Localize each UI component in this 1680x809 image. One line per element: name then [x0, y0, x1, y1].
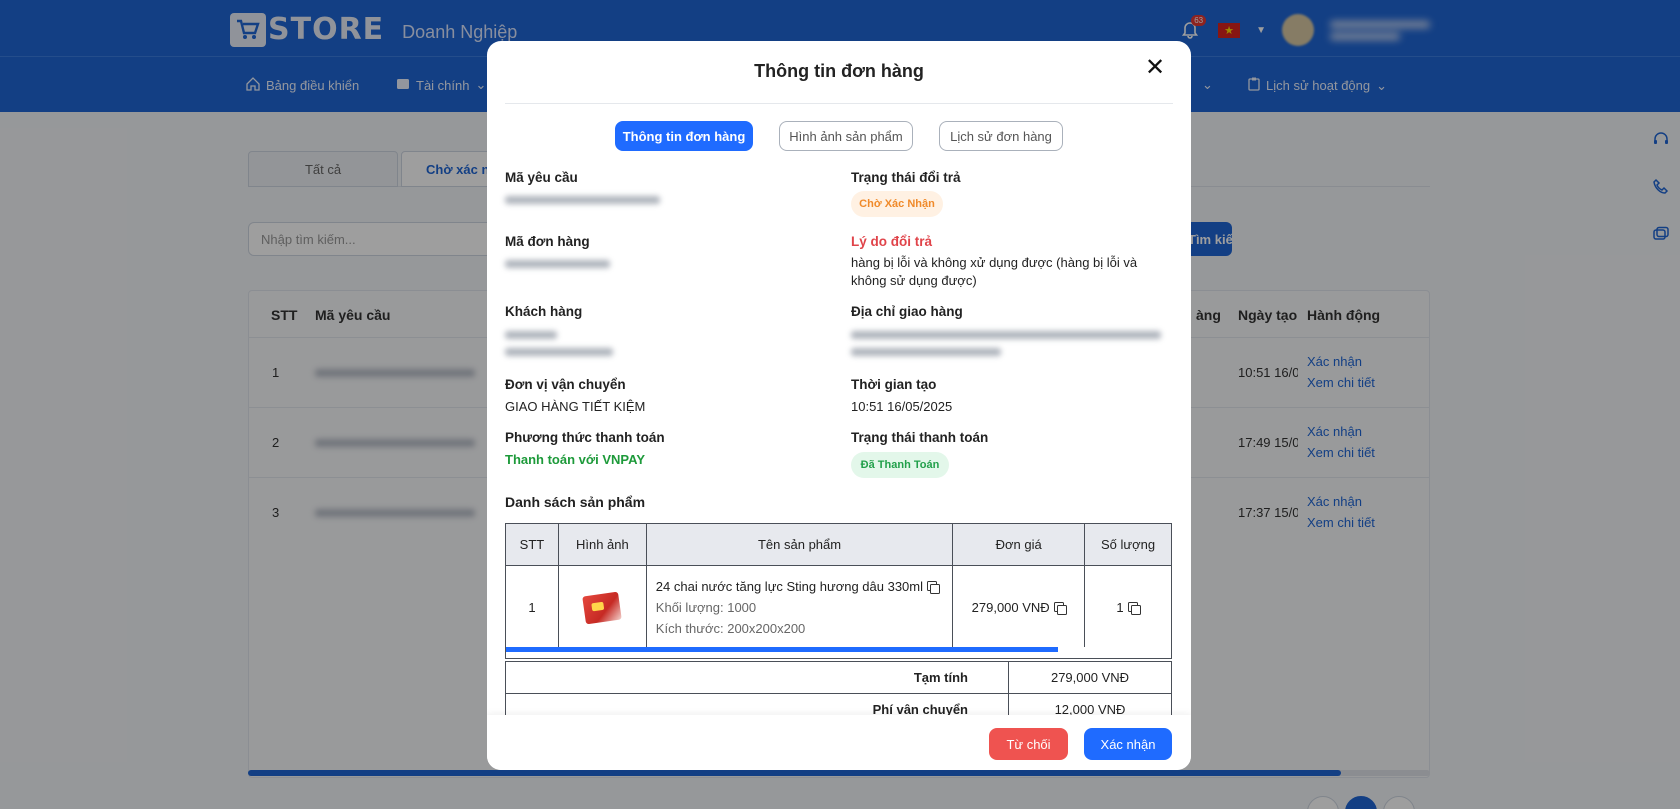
shipping-address-label: Địa chỉ giao hàng	[851, 304, 963, 319]
column-header-image: Hình ảnh	[557, 523, 647, 566]
product-quantity: 1	[1116, 600, 1124, 615]
payment-status-badge: Đã Thanh Toán	[851, 452, 949, 478]
product-name-cell: 24 chai nước tăng lực Sting hương dâu 33…	[645, 565, 954, 650]
payment-status-label: Trạng thái thanh toán	[851, 430, 989, 445]
modal-title: Thông tin đơn hàng	[754, 61, 924, 81]
order-code-value-blurred	[505, 260, 610, 268]
modal-footer: Từ chối Xác nhận	[487, 715, 1191, 770]
summary-row: Tạm tính 279,000 VNĐ	[505, 661, 1172, 694]
scrollbar-thumb[interactable]	[506, 647, 1058, 652]
tab-order-history[interactable]: Lịch sử đơn hàng	[939, 121, 1063, 151]
product-table: STT Hình ảnh Tên sản phẩm Đơn giá Số lượ…	[505, 523, 1172, 650]
table-row: 1 24 chai nước tăng lực Sting hương dâu …	[505, 565, 1172, 650]
product-stt: 1	[505, 565, 559, 650]
customer-label: Khách hàng	[505, 304, 583, 319]
copy-icon[interactable]	[927, 581, 940, 594]
request-code-label: Mã yêu cầu	[505, 170, 578, 185]
created-time-value: 10:51 16/05/2025	[851, 399, 953, 414]
carrier-label: Đơn vị vận chuyển	[505, 377, 626, 392]
product-table-scrollbar[interactable]	[505, 647, 1172, 659]
customer-name-blurred	[505, 331, 557, 339]
product-qty-cell: 1	[1084, 565, 1172, 650]
copy-icon[interactable]	[1127, 602, 1141, 615]
carrier-value: GIAO HÀNG TIẾT KIỆM	[505, 399, 646, 414]
column-header-stt: STT	[505, 523, 559, 566]
product-thumbnail[interactable]	[582, 591, 623, 624]
confirm-button[interactable]: Xác nhận	[1084, 728, 1172, 760]
subtotal-value: 279,000 VNĐ	[1008, 661, 1172, 694]
return-status-badge: Chờ Xác Nhận	[851, 191, 943, 217]
product-name: 24 chai nước tăng lực Sting hương dâu 33…	[655, 579, 923, 594]
close-icon[interactable]: ✕	[1143, 56, 1167, 81]
copy-icon[interactable]	[1053, 602, 1067, 615]
payment-method-label: Phương thức thanh toán	[505, 430, 665, 445]
product-table-header: STT Hình ảnh Tên sản phẩm Đơn giá Số lượ…	[505, 523, 1172, 566]
product-size: Kích thước: 200x200x200	[655, 621, 806, 636]
product-price: 279,000 VNĐ	[971, 600, 1050, 615]
tab-order-info[interactable]: Thông tin đơn hàng	[615, 121, 753, 151]
reject-button[interactable]: Từ chối	[989, 728, 1068, 760]
product-list-title: Danh sách sản phẩm	[505, 494, 646, 510]
modal-divider	[505, 103, 1173, 104]
column-header-product-name: Tên sản phẩm	[645, 523, 954, 566]
column-header-unit-price: Đơn giá	[952, 523, 1086, 566]
order-code-label: Mã đơn hàng	[505, 234, 590, 249]
column-header-quantity: Số lượng	[1084, 523, 1172, 566]
customer-email-blurred	[505, 348, 613, 356]
subtotal-label: Tạm tính	[505, 661, 1009, 694]
product-weight: Khối lượng: 1000	[655, 600, 757, 615]
product-image-cell	[557, 565, 647, 650]
return-reason-label: Lý do đổi trả	[851, 234, 932, 249]
return-reason-value: hàng bị lỗi và không xử dụng được (hàng …	[851, 255, 1138, 288]
shipping-address-blurred	[851, 331, 1161, 339]
order-info-modal: Thông tin đơn hàng ✕ Thông tin đơn hàng …	[487, 41, 1191, 770]
payment-method-value: Thanh toán với VNPAY	[505, 452, 645, 467]
shipping-address-blurred	[851, 348, 1001, 356]
created-time-label: Thời gian tạo	[851, 377, 937, 392]
return-status-label: Trạng thái đổi trả	[851, 170, 961, 185]
request-code-value-blurred	[505, 196, 660, 204]
product-price-cell: 279,000 VNĐ	[952, 565, 1086, 650]
tab-product-images[interactable]: Hình ảnh sản phẩm	[779, 121, 913, 151]
